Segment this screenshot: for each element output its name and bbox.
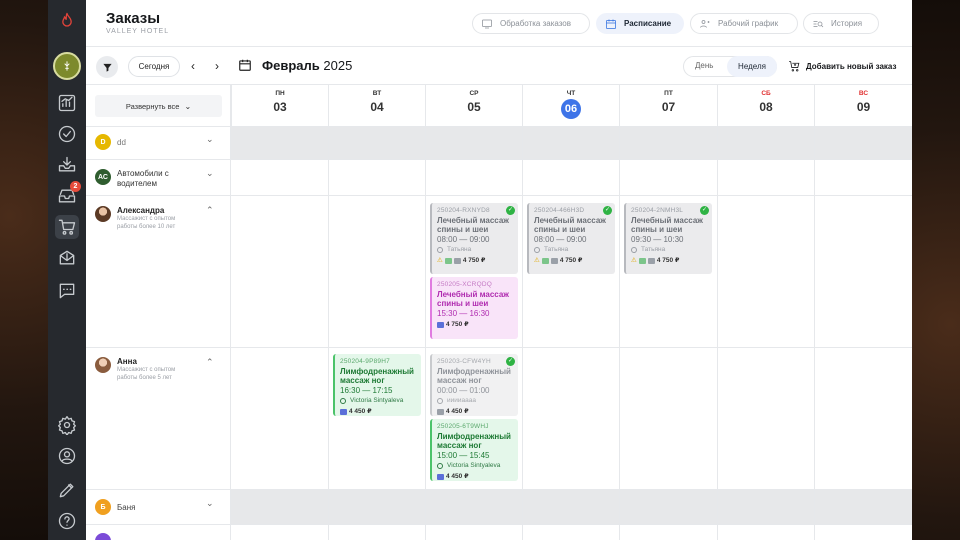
resource-anna[interactable]: Анна Массажист с опытом работы более 5 ле… (95, 357, 197, 382)
filter-button[interactable] (96, 56, 118, 78)
day-header-wed[interactable]: СР 05 (425, 84, 522, 126)
mail-upload-icon[interactable] (55, 246, 79, 270)
avatar (95, 533, 111, 540)
chevron-down-icon[interactable]: ⌄ (206, 498, 214, 509)
calendar-toolbar: Сегодня ‹ › Февраль 2025 День Неделя Доб… (86, 48, 912, 84)
users-icon (700, 19, 710, 28)
person-icon (437, 246, 443, 253)
coin-icon (638, 257, 646, 264)
check-icon: ✓ (506, 206, 515, 215)
view-day-button[interactable]: День (695, 61, 713, 70)
card-icon (437, 321, 444, 328)
page-header: Заказы VALLEY HOTEL Обработка заказов Ра… (86, 0, 912, 47)
chevron-down-icon: ⌄ (184, 101, 192, 111)
coin-icon (541, 257, 549, 264)
expand-all-button[interactable]: Развернуть все ⌄ (95, 95, 222, 117)
card-icon (437, 473, 444, 480)
flame-logo-icon[interactable] (55, 9, 79, 33)
order-card[interactable]: ✓ 250204-466H3D Лечебный массаж спины и ш… (527, 203, 615, 274)
avatar (95, 206, 111, 222)
next-week-button[interactable]: › (211, 59, 223, 73)
row-bg-dd (231, 126, 912, 159)
add-order-button[interactable]: Добавить новый заказ (788, 60, 896, 73)
resource-aleksandra[interactable]: Александра Массажист с опытом работы боле… (95, 206, 197, 231)
card-icon (647, 257, 655, 264)
order-card[interactable]: ✓ 250204-2NMH3L Лечебный массаж спины и ш… (624, 203, 712, 274)
check-icon: ✓ (700, 206, 709, 215)
coin-icon (444, 257, 452, 264)
user-profile-icon[interactable] (55, 444, 79, 468)
check-circle-icon[interactable] (55, 122, 79, 146)
person-icon (437, 397, 443, 404)
resource-banya[interactable]: Б Баня (95, 499, 135, 515)
person-icon (437, 462, 443, 469)
background-left (0, 0, 48, 540)
settings-gear-icon[interactable] (55, 413, 79, 437)
order-card[interactable]: 250205-XCRQDQ Лечебный массаж спины и шеи… (430, 277, 518, 339)
chevron-down-icon[interactable]: ⌄ (206, 168, 214, 179)
resource-dd[interactable]: Ddd (95, 134, 126, 150)
view-week-button[interactable]: Неделя (727, 56, 777, 77)
cart-icon[interactable] (55, 215, 79, 239)
tab-history[interactable]: История (803, 13, 879, 34)
filter-icon (102, 63, 112, 72)
order-card[interactable]: ✓ 250203-CFW4YH Лимфодренажный массаж ног… (430, 354, 518, 416)
cart-plus-icon (789, 61, 800, 72)
day-header-mon[interactable]: ПН 03 (231, 84, 328, 126)
chat-icon[interactable] (55, 279, 79, 303)
background-right (912, 0, 960, 540)
notification-badge: 2 (70, 181, 81, 192)
monitor-icon (482, 19, 492, 28)
history-icon (813, 20, 824, 27)
day-header-sun[interactable]: ВС 09 (814, 84, 912, 126)
avatar (95, 357, 111, 373)
warning-icon: ⚠ (437, 257, 443, 264)
person-icon (340, 397, 346, 404)
chevron-down-icon[interactable]: ⌄ (206, 134, 214, 145)
today-button[interactable]: Сегодня (128, 56, 180, 77)
sidebar-rail: 2 (48, 0, 86, 540)
current-month: Февраль 2025 (262, 58, 353, 73)
calendar-icon (606, 19, 616, 29)
person-icon (631, 246, 637, 253)
day-header-thu[interactable]: ЧТ 06 (522, 84, 619, 126)
check-icon: ✓ (603, 206, 612, 215)
tab-order-processing[interactable]: Обработка заказов (472, 13, 590, 34)
chevron-up-icon[interactable]: ⌃ (206, 357, 214, 368)
inbox-download-icon[interactable] (55, 153, 79, 177)
card-icon (550, 257, 558, 264)
help-icon[interactable] (55, 509, 79, 533)
order-card[interactable]: 250205-6T9WHJ Лимфодренажный массаж ног 15… (430, 419, 518, 481)
resource-cars[interactable]: АС Автомобили с водителем (95, 169, 179, 189)
chevron-up-icon[interactable]: ⌃ (206, 205, 214, 216)
day-header-sat[interactable]: СБ 08 (717, 84, 814, 126)
page-title: Заказы (106, 10, 161, 27)
card-icon (340, 408, 347, 415)
avatar: АС (95, 169, 111, 185)
tab-schedule[interactable]: Расписание (596, 13, 684, 34)
prev-week-button[interactable]: ‹ (187, 59, 199, 73)
avatar: D (95, 134, 111, 150)
warning-icon: ⚠ (631, 257, 637, 264)
inbox-tray-icon[interactable]: 2 (55, 181, 81, 208)
check-icon: ✓ (506, 357, 515, 366)
warning-icon: ⚠ (534, 257, 540, 264)
card-icon (453, 257, 461, 264)
day-header-tue[interactable]: ВТ 04 (328, 84, 425, 126)
card-icon (437, 408, 444, 415)
calendar-icon (239, 59, 251, 71)
hotel-name: VALLEY HOTEL (106, 28, 170, 35)
hotel-avatar[interactable] (53, 52, 81, 80)
main-panel: Заказы VALLEY HOTEL Обработка заказов Ра… (86, 0, 912, 540)
pen-icon[interactable] (55, 478, 79, 502)
row-bg-banya (231, 490, 912, 524)
day-header-fri[interactable]: ПТ 07 (619, 84, 717, 126)
avatar: Б (95, 499, 111, 515)
person-icon (534, 246, 540, 253)
order-card[interactable]: 250204-9P89H7 Лимфодренажный массаж ног 16… (333, 354, 421, 416)
analytics-icon[interactable] (55, 91, 79, 115)
order-card[interactable]: ✓ 250204-RXNYD8 Лечебный массаж спины и ш… (430, 203, 518, 274)
tab-work-schedule[interactable]: Рабочий график (690, 13, 798, 34)
